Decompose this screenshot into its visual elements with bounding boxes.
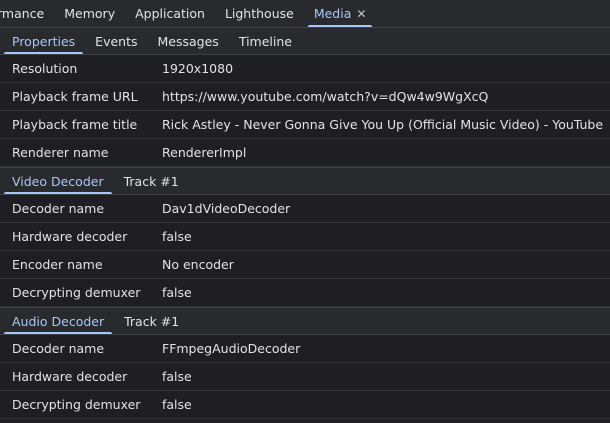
tab-performance[interactable]: rmance: [0, 0, 54, 27]
tab-label: Messages: [157, 33, 219, 49]
property-label: Playback frame title: [12, 117, 138, 132]
property-label: Decoder name: [12, 201, 105, 216]
property-value: false: [162, 229, 192, 244]
property-label: Hardware decoder: [12, 229, 128, 244]
property-value: false: [162, 397, 192, 412]
tab-label: rmance: [0, 6, 45, 21]
property-value: 1920x1080: [162, 61, 234, 76]
tab-label: Track #1: [124, 313, 180, 329]
devtools-panel-tabs: rmance Memory Application Lighthouse Med…: [0, 0, 610, 28]
property-label: Decoder name: [12, 341, 105, 356]
tab-label: Lighthouse: [224, 6, 294, 21]
property-value: No encoder: [162, 257, 234, 272]
tab-timeline[interactable]: Timeline: [229, 28, 302, 54]
property-label: Renderer name: [12, 145, 109, 160]
property-value: RendererImpl: [162, 145, 247, 160]
properties-table: Resolution 1920x1080 Playback frame URL …: [0, 55, 610, 167]
table-row: Encoder name No encoder: [0, 251, 610, 279]
tab-audio-decoder[interactable]: Audio Decoder: [2, 308, 114, 334]
table-row: Decoder name FFmpegAudioDecoder: [0, 335, 610, 363]
tab-label: Memory: [64, 6, 116, 21]
tab-video-decoder[interactable]: Video Decoder: [2, 168, 114, 194]
tab-label: Video Decoder: [12, 173, 104, 189]
property-value: https://www.youtube.com/watch?v=dQw4w9Wg…: [162, 89, 489, 104]
property-value: false: [162, 369, 192, 384]
table-row: Hardware decoder false: [0, 223, 610, 251]
video-decoder-tabs: Video Decoder Track #1: [0, 167, 610, 195]
tab-label: Events: [95, 33, 138, 49]
property-label: Decrypting demuxer: [12, 285, 141, 300]
property-label: Resolution: [12, 61, 78, 76]
table-row: Resolution 1920x1080: [0, 55, 610, 83]
property-label: Encoder name: [12, 257, 103, 272]
tab-label: Properties: [12, 33, 76, 49]
tab-lighthouse[interactable]: Lighthouse: [215, 0, 304, 27]
tab-audio-track-1[interactable]: Track #1: [114, 308, 189, 334]
video-decoder-table: Decoder name Dav1dVideoDecoder Hardware …: [0, 195, 610, 307]
table-row: Decrypting demuxer false: [0, 391, 610, 419]
table-row: Hardware decoder false: [0, 363, 610, 391]
tab-label: Audio Decoder: [12, 313, 105, 329]
table-row: Playback frame title Rick Astley - Never…: [0, 111, 610, 139]
table-row: Decrypting demuxer false: [0, 279, 610, 307]
tab-label: Application: [135, 6, 205, 21]
tab-label: Timeline: [238, 33, 292, 49]
property-value: Dav1dVideoDecoder: [162, 201, 291, 216]
property-label: Playback frame URL: [12, 89, 138, 104]
tab-properties[interactable]: Properties: [2, 28, 85, 54]
tab-media[interactable]: Media ✕: [304, 0, 377, 27]
tab-label: Media: [313, 6, 352, 21]
media-subtabs: Properties Events Messages Timeline: [0, 28, 610, 55]
property-label: Hardware decoder: [12, 369, 128, 384]
tab-application[interactable]: Application: [125, 0, 215, 27]
tab-memory[interactable]: Memory: [54, 0, 125, 27]
tab-events[interactable]: Events: [85, 28, 147, 54]
table-row: Renderer name RendererImpl: [0, 139, 610, 167]
property-label: Decrypting demuxer: [12, 397, 141, 412]
table-row: Decoder name Dav1dVideoDecoder: [0, 195, 610, 223]
close-icon[interactable]: ✕: [356, 7, 366, 21]
tab-label: Track #1: [123, 173, 179, 189]
audio-decoder-tabs: Audio Decoder Track #1: [0, 307, 610, 335]
property-value: false: [162, 285, 192, 300]
tab-messages[interactable]: Messages: [148, 28, 229, 54]
property-value: Rick Astley - Never Gonna Give You Up (O…: [162, 117, 604, 132]
table-row: Playback frame URL https://www.youtube.c…: [0, 83, 610, 111]
property-value: FFmpegAudioDecoder: [162, 341, 301, 356]
tab-video-track-1[interactable]: Track #1: [114, 168, 189, 194]
audio-decoder-table: Decoder name FFmpegAudioDecoder Hardware…: [0, 335, 610, 419]
